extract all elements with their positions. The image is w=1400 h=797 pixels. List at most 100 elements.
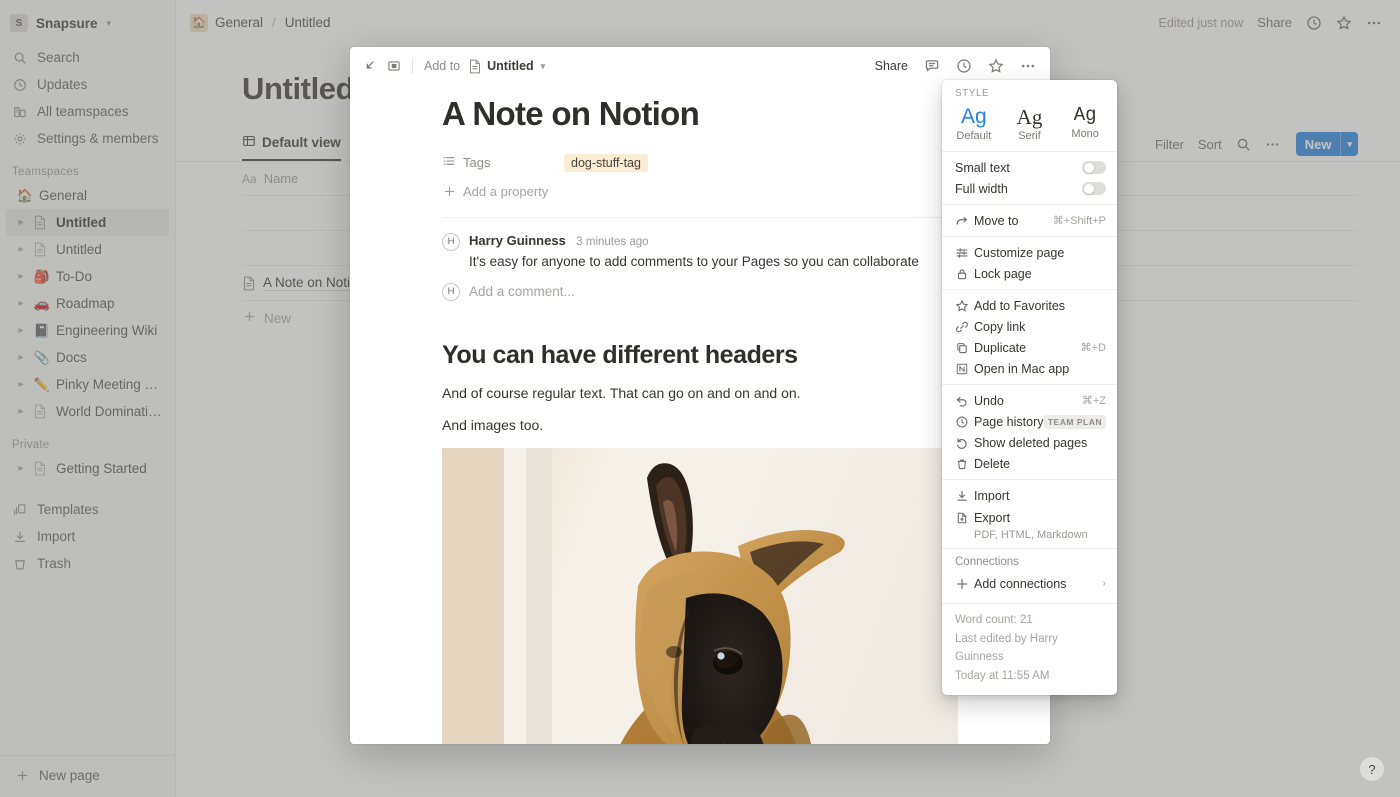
- connections-section-label: Connections: [955, 556, 1019, 569]
- menu-item-duplicate[interactable]: Duplicate ⌘+D: [942, 337, 1117, 358]
- add-property-button[interactable]: Add a property: [442, 177, 958, 207]
- style-name: Mono: [1071, 127, 1099, 140]
- avatar: H: [442, 232, 460, 251]
- menu-group-connections: Connections Add connections ›: [942, 549, 1117, 596]
- divider: [412, 58, 413, 74]
- full-width-toggle[interactable]: [1082, 182, 1106, 196]
- menu-item-label: Lock page: [974, 266, 1032, 281]
- menu-item-import[interactable]: Import: [942, 485, 1117, 506]
- sliders-icon: [955, 246, 974, 260]
- menu-item-export[interactable]: Export: [942, 506, 1117, 530]
- comment-author[interactable]: Harry Guinness: [469, 233, 566, 248]
- menu-item-label: Full width: [955, 181, 1008, 196]
- menu-item-undo[interactable]: Undo ⌘+Z: [942, 390, 1117, 411]
- comment-text: It's easy for anyone to add comments to …: [469, 253, 919, 269]
- menu-item-lock-page[interactable]: Lock page: [942, 263, 1117, 284]
- small-text-toggle[interactable]: [1082, 161, 1106, 175]
- document-title[interactable]: A Note on Notion: [442, 95, 958, 133]
- clock-icon[interactable]: [956, 58, 972, 74]
- side-peek-icon[interactable]: [387, 59, 401, 73]
- notion-app-window: S Snapsure ▾ Search Updates All teamspac…: [0, 0, 1400, 797]
- plus-icon: [442, 185, 456, 198]
- export-icon: [955, 511, 974, 525]
- menu-item-label: Add to Favorites: [974, 298, 1066, 313]
- menu-item-label: Move to: [974, 213, 1019, 228]
- property-key[interactable]: Tags: [442, 154, 564, 171]
- menu-item-delete[interactable]: Delete: [942, 453, 1117, 474]
- style-section-label: STYLE: [955, 88, 990, 99]
- paragraph[interactable]: And of course regular text. That can go …: [442, 383, 958, 405]
- avatar: H: [442, 282, 460, 301]
- page-options-menu: STYLE Ag Default Ag Serif Ag Mono Small …: [942, 80, 1117, 695]
- add-property-label: Add a property: [463, 184, 549, 200]
- star-icon[interactable]: [988, 58, 1004, 74]
- style-name: Serif: [1018, 130, 1041, 143]
- style-option-serif[interactable]: Ag Serif: [1002, 105, 1058, 142]
- style-options: Ag Default Ag Serif Ag Mono: [942, 103, 1117, 151]
- menu-item-label: Small text: [955, 160, 1010, 175]
- menu-item-full-width[interactable]: Full width: [942, 178, 1117, 199]
- parent-page-selector[interactable]: Untitled ▾: [468, 59, 545, 74]
- menu-item-open-in-mac-app[interactable]: Open in Mac app: [942, 358, 1117, 379]
- menu-group-io: Import Export PDF, HTML, Markdown: [942, 480, 1117, 548]
- comment-icon[interactable]: [924, 58, 940, 74]
- duplicate-icon: [955, 341, 974, 355]
- menu-footer-meta: Word count: 21 Last edited by Harry Guin…: [942, 604, 1117, 695]
- add-comment-input[interactable]: H Add a comment...: [442, 282, 958, 301]
- menu-item-label: Add connections: [974, 576, 1067, 591]
- restore-icon: [955, 436, 974, 450]
- export-formats-hint: PDF, HTML, Markdown: [974, 529, 1088, 542]
- menu-item-add-to-favorites[interactable]: Add to Favorites: [942, 295, 1117, 316]
- menu-item-shortcut: ⌘+D: [1080, 342, 1106, 355]
- content-image[interactable]: [442, 447, 958, 744]
- style-sample: Ag: [1073, 104, 1097, 126]
- notion-app-icon: [955, 362, 974, 376]
- expand-arrow-icon[interactable]: [363, 59, 378, 74]
- style-sample: Ag: [960, 105, 987, 128]
- menu-item-page-history[interactable]: Page history TEAM PLAN: [942, 411, 1117, 432]
- menu-item-label: Delete: [974, 456, 1011, 471]
- menu-item-show-deleted-pages[interactable]: Show deleted pages: [942, 432, 1117, 453]
- property-row-tags: Tags dog-stuff-tag: [442, 149, 958, 177]
- style-option-default[interactable]: Ag Default: [946, 105, 1002, 142]
- plus-icon: [955, 577, 974, 591]
- menu-item-copy-link[interactable]: Copy link: [942, 316, 1117, 337]
- link-icon: [955, 320, 974, 334]
- heading-1[interactable]: You can have different headers: [442, 341, 958, 370]
- last-edited-by: Last edited by Harry Guinness: [955, 632, 1058, 664]
- more-horizontal-icon[interactable]: [1020, 58, 1036, 74]
- help-button[interactable]: ?: [1359, 756, 1385, 782]
- menu-item-label: Page history: [974, 414, 1044, 429]
- clock-icon: [955, 415, 974, 429]
- menu-item-label: Copy link: [974, 319, 1026, 334]
- multi-select-icon: [442, 154, 456, 171]
- menu-item-small-text[interactable]: Small text: [942, 157, 1117, 178]
- style-option-mono[interactable]: Ag Mono: [1057, 104, 1113, 142]
- add-to-label: Add to: [424, 59, 461, 73]
- comment-item: H Harry Guinness 3 minutes ago It's easy…: [442, 232, 958, 272]
- menu-item-move-to[interactable]: Move to ⌘+Shift+P: [942, 210, 1117, 231]
- paragraph[interactable]: And images too.: [442, 415, 958, 437]
- star-icon: [955, 299, 974, 313]
- tag-chip[interactable]: dog-stuff-tag: [564, 153, 648, 172]
- page-icon: [468, 59, 482, 74]
- menu-item-add-connections[interactable]: Add connections ›: [942, 571, 1117, 596]
- style-name: Default: [956, 130, 992, 143]
- menu-item-label: Undo: [974, 393, 1004, 408]
- menu-item-customize-page[interactable]: Customize page: [942, 242, 1117, 263]
- property-key-label: Tags: [463, 155, 491, 171]
- lock-icon: [955, 267, 974, 281]
- menu-group-toggles: Small text Full width: [942, 152, 1117, 204]
- chevron-right-icon: ›: [1102, 578, 1106, 590]
- menu-item-label: Customize page: [974, 245, 1065, 260]
- share-button[interactable]: Share: [875, 59, 908, 73]
- undo-icon: [955, 394, 974, 408]
- menu-group-move: Move to ⌘+Shift+P: [942, 205, 1117, 236]
- comment-timestamp: 3 minutes ago: [576, 235, 649, 248]
- team-plan-badge: TEAM PLAN: [1043, 414, 1106, 429]
- word-count: Word count: 21: [955, 614, 1033, 627]
- menu-item-label: Duplicate: [974, 340, 1027, 355]
- menu-item-label: Open in Mac app: [974, 361, 1070, 376]
- import-icon: [955, 489, 974, 503]
- last-edited-time: Today at 11:55 AM: [955, 670, 1050, 683]
